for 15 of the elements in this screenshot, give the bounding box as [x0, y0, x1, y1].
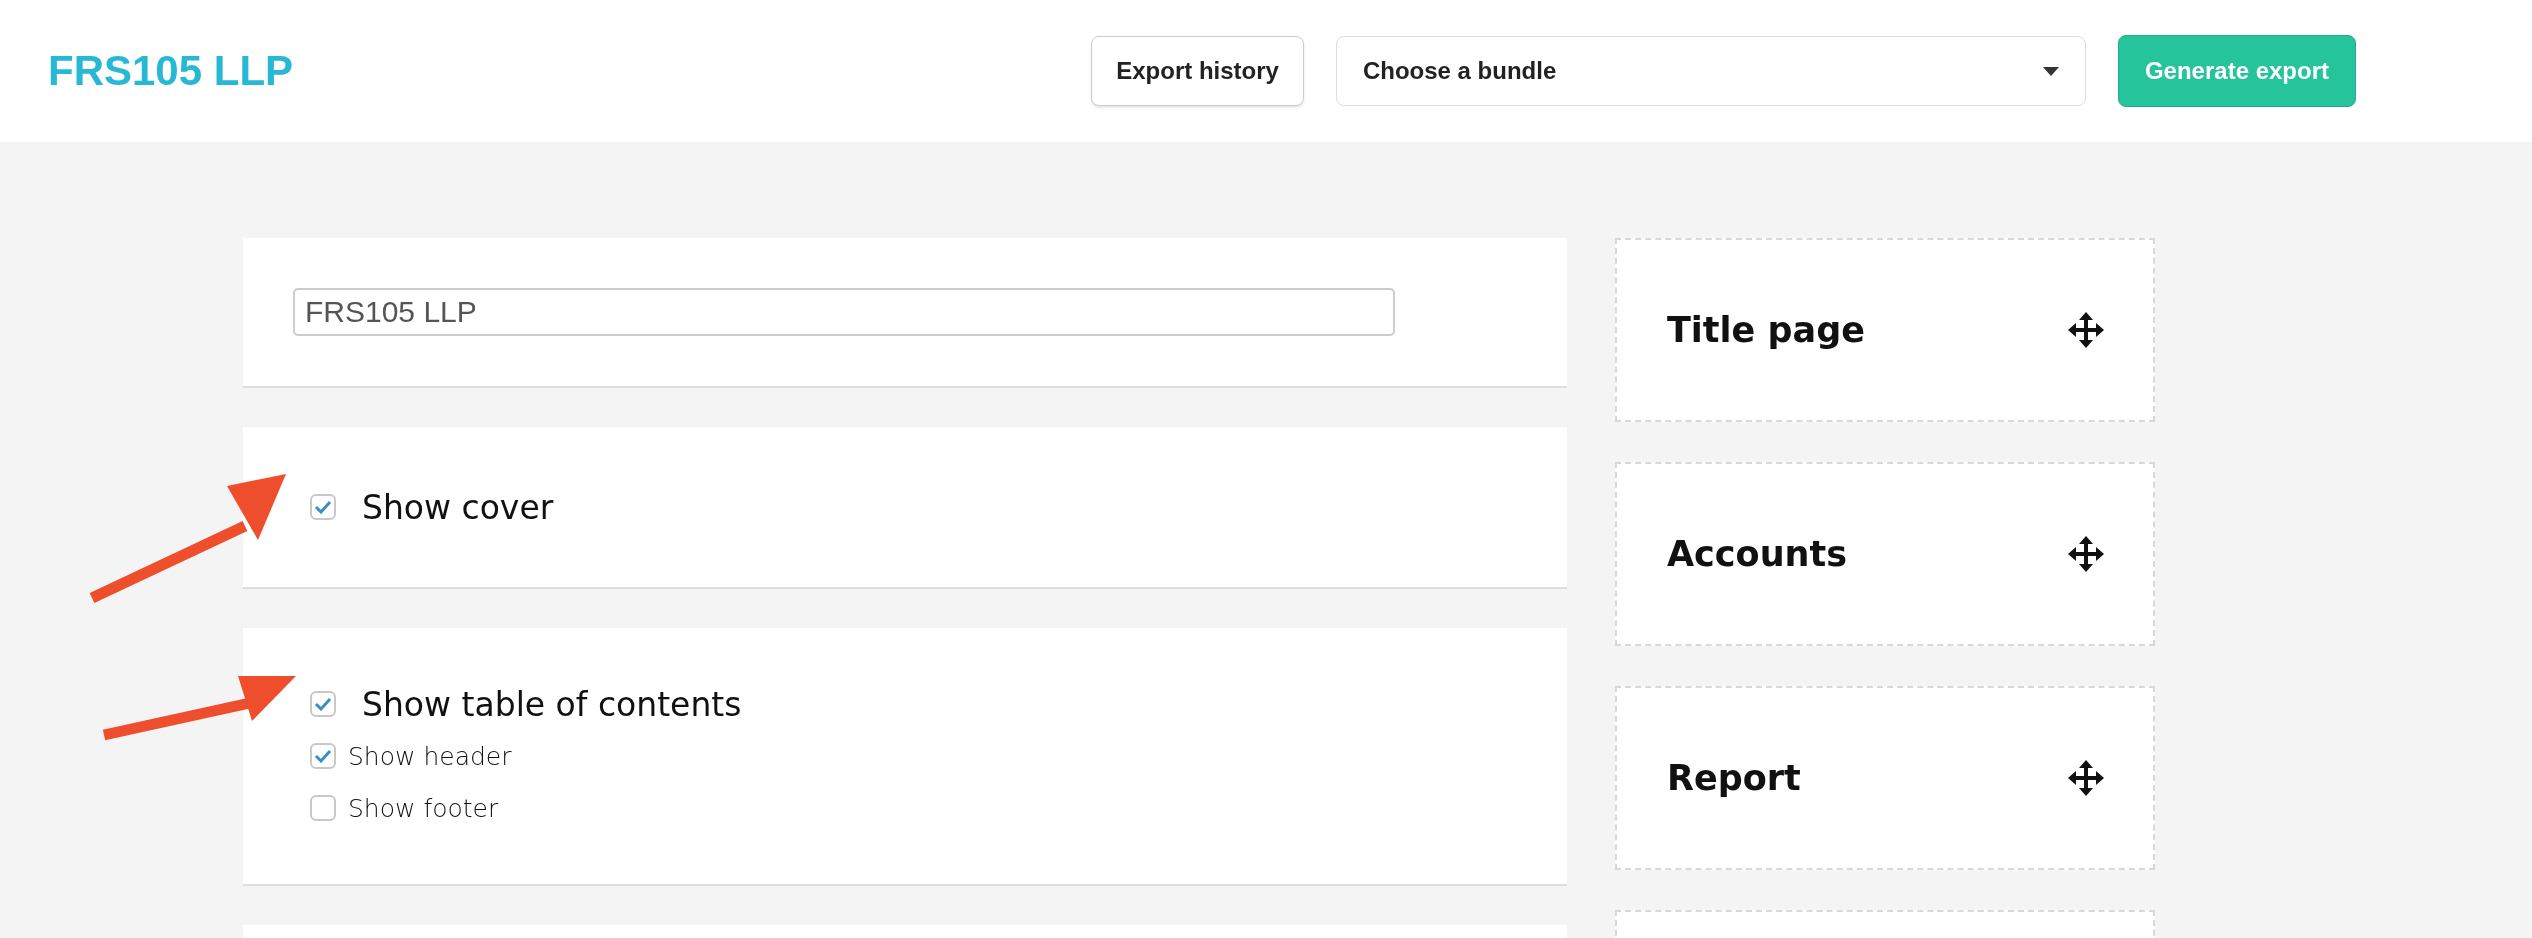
export-history-button[interactable]: Export history	[1091, 36, 1304, 106]
option-label: Show cover	[362, 487, 554, 527]
section-title: Title page	[1667, 310, 1865, 350]
option-label: Show footer	[348, 793, 499, 823]
section-card[interactable]: Report	[1615, 686, 2155, 870]
select-placeholder: Choose a bundle	[1362, 57, 1557, 85]
option-label: Show table of contents	[362, 684, 742, 724]
bundle-select[interactable]: Choose a bundle	[1335, 36, 2086, 106]
section-title: Report	[1667, 758, 1801, 798]
section-title: Accounts	[1667, 534, 1848, 574]
section-card[interactable]: Accounts	[1615, 462, 2155, 646]
app-title: FRS105 LLP	[48, 47, 295, 95]
title-input[interactable]: FRS105 LLP	[293, 288, 1395, 336]
section-card[interactable]: Title page	[1615, 238, 2155, 422]
option-label: Show header	[348, 741, 512, 771]
